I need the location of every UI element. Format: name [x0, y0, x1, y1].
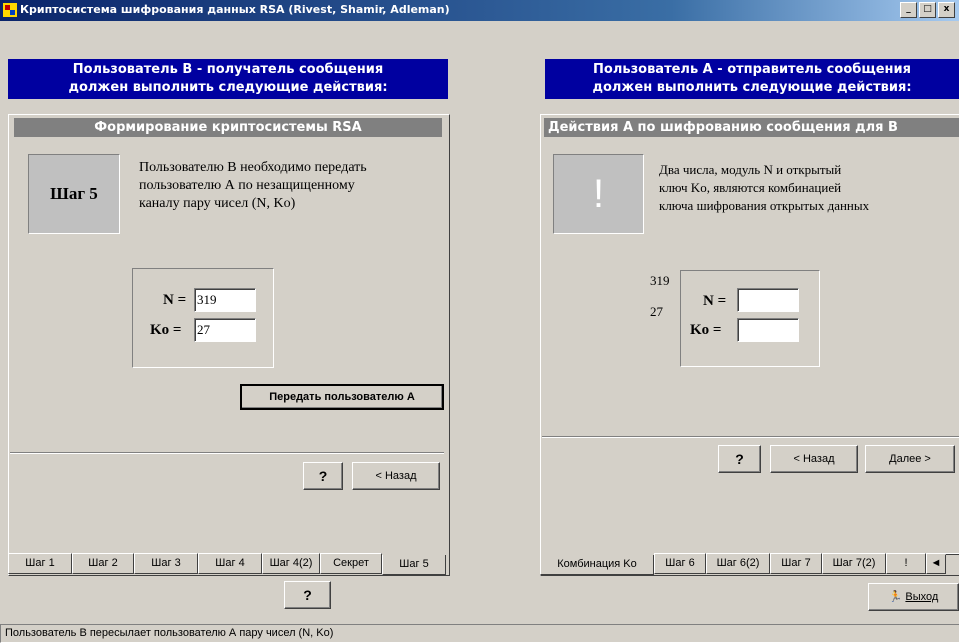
right-subheader: Действия А по шифрованию сообщения для В — [544, 118, 959, 137]
tab-scroll-left-icon[interactable]: ◄ — [926, 553, 946, 574]
right-description: Два числа, модуль N и открытый ключ Ko, … — [659, 161, 959, 215]
right-desc-line1: Два числа, модуль N и открытый — [659, 162, 842, 177]
left-n-label: N = — [163, 292, 187, 308]
tab-step-3[interactable]: Шаг 3 — [134, 553, 198, 574]
exit-runner-icon: 🏃 — [888, 591, 903, 603]
title-bar: Криптосистема шифрования данных RSA (Riv… — [0, 0, 959, 21]
received-n-value: 319 — [650, 273, 670, 288]
left-n-input[interactable]: 319 — [194, 288, 256, 312]
left-tab-strip: Шаг 1 Шаг 2 Шаг 3 Шаг 4 Шаг 4(2) Секрет … — [8, 553, 448, 575]
right-desc-line3: ключа шифрования открытых данных — [659, 198, 870, 213]
left-back-button[interactable]: < Назад — [352, 462, 440, 490]
right-step-label: ! — [592, 172, 605, 216]
send-to-a-button[interactable]: Передать пользователю А — [240, 384, 444, 410]
tab-step-5[interactable]: Шаг 5 — [382, 555, 446, 575]
status-bar: Пользователь В пересылает пользователю А… — [0, 624, 959, 643]
left-ko-input[interactable]: 27 — [194, 318, 256, 342]
right-step-box: ! — [553, 154, 644, 234]
tab-step-7[interactable]: Шаг 7 — [770, 553, 822, 574]
right-n-label: N = — [703, 293, 727, 309]
left-separator — [10, 452, 444, 454]
tab-combination-ko[interactable]: Комбинация Ko — [540, 555, 654, 575]
right-help-button[interactable]: ? — [718, 445, 761, 473]
exit-button[interactable]: 🏃 Выход — [868, 583, 959, 611]
maximize-icon[interactable]: □ — [919, 2, 936, 18]
app-icon — [3, 3, 17, 17]
right-ko-input[interactable] — [737, 318, 799, 342]
right-n-input[interactable] — [737, 288, 799, 312]
left-step-box: Шаг 5 — [28, 154, 120, 234]
received-ko-value: 27 — [650, 304, 663, 319]
bottom-help-button[interactable]: ? — [284, 581, 331, 609]
left-help-button[interactable]: ? — [303, 462, 343, 490]
right-tab-strip: Комбинация Ko Шаг 6 Шаг 6(2) Шаг 7 Шаг 7… — [540, 553, 959, 575]
tab-step-4-2[interactable]: Шаг 4(2) — [262, 553, 320, 574]
left-description: Пользователю В необходимо передать польз… — [139, 159, 449, 213]
right-back-button[interactable]: < Назад — [770, 445, 858, 473]
left-desc-line3: каналу пару чисел (N, Ko) — [139, 196, 296, 211]
left-header-line2: должен выполнить следующие действия: — [68, 80, 388, 95]
tab-step-2[interactable]: Шаг 2 — [72, 553, 134, 574]
left-header: Пользователь В - получатель сообщения до… — [8, 59, 448, 99]
tab-step-6[interactable]: Шаг 6 — [654, 553, 706, 574]
left-header-line1: Пользователь В - получатель сообщения — [72, 62, 384, 77]
right-desc-line2: ключ Ko, являются комбинацией — [659, 180, 842, 195]
left-step-label: Шаг 5 — [50, 184, 98, 203]
left-desc-line1: Пользователю В необходимо передать — [139, 160, 367, 175]
right-separator — [542, 436, 959, 438]
tab-step-1[interactable]: Шаг 1 — [8, 553, 72, 574]
minimize-icon[interactable]: _ — [900, 2, 917, 18]
left-subheader: Формирование криптосистемы RSA — [14, 118, 442, 137]
tab-scroll-right-icon[interactable] — [945, 553, 959, 555]
tab-exclamation[interactable]: ! — [886, 553, 926, 574]
left-desc-line2: пользователю А по незащищенному — [139, 178, 355, 193]
right-ko-label: Ko = — [690, 322, 722, 338]
right-header-line1: Пользователь А - отправитель сообщения — [593, 62, 911, 77]
right-header: Пользователь А - отправитель сообщения д… — [545, 59, 959, 99]
window-title: Криптосистема шифрования данных RSA (Riv… — [20, 3, 450, 16]
right-header-line2: должен выполнить следующие действия: — [592, 80, 912, 95]
tab-step-4[interactable]: Шаг 4 — [198, 553, 262, 574]
close-icon[interactable]: x — [938, 2, 955, 18]
exit-button-label: Выход — [905, 591, 939, 603]
tab-step-6-2[interactable]: Шаг 6(2) — [706, 553, 770, 574]
tab-secret[interactable]: Секрет — [320, 553, 382, 574]
tab-step-7-2[interactable]: Шаг 7(2) — [822, 553, 886, 574]
left-ko-label: Ko = — [150, 322, 182, 338]
right-next-button[interactable]: Далее > — [865, 445, 955, 473]
